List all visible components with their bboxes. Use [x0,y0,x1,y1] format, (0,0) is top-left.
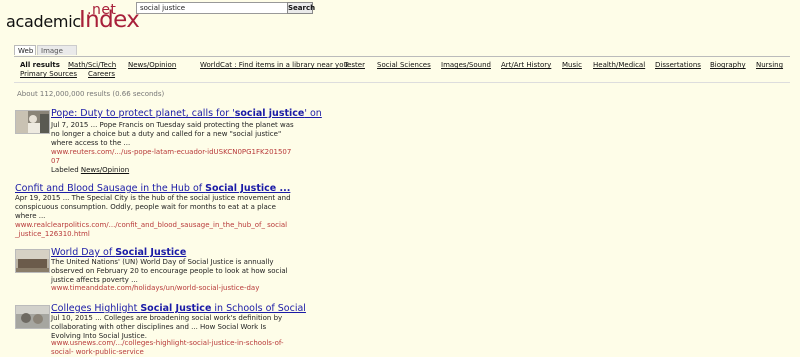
result-snippet: The United Nations' (UN) World Day of So… [51,258,301,285]
snippet-line: collaborating with other disciplines and… [51,323,267,331]
snippet-line: where ... [15,212,46,220]
snippet-line: Jul 7, 2015 ... Pope Francis on Tuesday … [51,121,294,129]
search-input[interactable] [136,2,290,14]
result-thumbnail[interactable] [15,110,50,134]
category-news-opinion[interactable]: News/Opinion [128,61,176,69]
category-images-sound[interactable]: Images/Sound [441,61,491,69]
snippet-line: where access to the ... [51,139,131,147]
tab-divider [14,56,790,57]
result-url[interactable]: www.reuters.com/.../us-pope-latam-ecuado… [51,148,301,166]
result-title-link[interactable]: Colleges Highlight Social Justice in Sch… [51,303,306,314]
search-result: World Day of Social Justice The United N… [15,247,415,292]
result-thumbnail[interactable] [15,249,50,273]
label-link-news-opinion[interactable]: News/Opinion [81,166,129,174]
snippet-line: Apr 19, 2015 ... The Special City is the… [15,194,291,202]
result-label: Labeled News/Opinion [51,166,130,174]
result-snippet: Jul 10, 2015 ... Colleges are broadening… [51,314,301,341]
tab-image[interactable]: Image [37,45,77,55]
logo-main: Index [79,7,140,33]
search-result: Confit and Blood Sausage in the Hub of S… [15,183,415,238]
result-thumbnail[interactable] [15,305,50,329]
category-music[interactable]: Music [562,61,582,69]
search-result: Pope: Duty to protect planet, calls for … [15,108,415,174]
result-url[interactable]: www.timeanddate.com/holidays/un/world-so… [51,284,301,293]
url-line: www.timeanddate.com/holidays/un/world-so… [51,284,260,292]
result-snippet: Jul 7, 2015 ... Pope Francis on Tuesday … [51,121,311,148]
category-primary-sources[interactable]: Primary Sources [20,70,77,78]
category-careers[interactable]: Careers [88,70,115,78]
url-line: www.realclearpolitics.com/.../confit_and… [15,221,288,229]
thumbnail-image-icon [16,250,49,272]
snippet-line: The United Nations' (UN) World Day of So… [51,258,274,266]
result-title-link[interactable]: World Day of Social Justice [51,247,186,258]
thumbnail-image-icon [16,111,49,133]
logo-prefix: academic [6,12,81,31]
category-dissertations[interactable]: Dissertations [655,61,701,69]
results-stats: About 112,000,000 results (0.66 seconds) [17,90,165,98]
result-title-link[interactable]: Confit and Blood Sausage in the Hub of S… [15,183,290,194]
snippet-line: conspicuous consumption. Oddly, people w… [15,203,276,211]
category-social-sciences[interactable]: Social Sciences [377,61,431,69]
category-tester[interactable]: Tester [344,61,365,69]
category-art-history[interactable]: Art/Art History [501,61,551,69]
category-biography[interactable]: Biography [710,61,746,69]
result-url[interactable]: www.usnews.com/.../colleges-highlight-so… [51,339,301,357]
category-worldcat[interactable]: WorldCat : Find items in a library near … [200,61,348,69]
url-line: 07 [51,157,60,165]
category-math-sci-tech[interactable]: Math/Sci/Tech [68,61,116,69]
result-snippet: Apr 19, 2015 ... The Special City is the… [15,194,305,221]
search-result: Colleges Highlight Social Justice in Sch… [15,303,415,356]
category-nursing[interactable]: Nursing [756,61,783,69]
tab-web[interactable]: Web [14,45,36,55]
category-divider [14,82,790,83]
result-url[interactable]: www.realclearpolitics.com/.../confit_and… [15,221,305,239]
category-all-results[interactable]: All results [20,61,60,69]
url-line: www.reuters.com/.../us-pope-latam-ecuado… [51,148,292,156]
thumbnail-image-icon [16,306,49,328]
snippet-line: no longer a choice but a duty and called… [51,130,282,138]
snippet-line: observed on February 20 to encourage peo… [51,267,288,275]
snippet-line: Jul 10, 2015 ... Colleges are broadening… [51,314,283,322]
url-line: _justice_126310.html [15,230,90,238]
result-title-link[interactable]: Pope: Duty to protect planet, calls for … [51,108,322,119]
search-button[interactable]: Search [287,2,315,14]
url-line: www.usnews.com/.../colleges-highlight-so… [51,339,284,347]
category-health-medical[interactable]: Health/Medical [593,61,645,69]
academicindex-logo[interactable]: .net academic Index [6,2,140,33]
